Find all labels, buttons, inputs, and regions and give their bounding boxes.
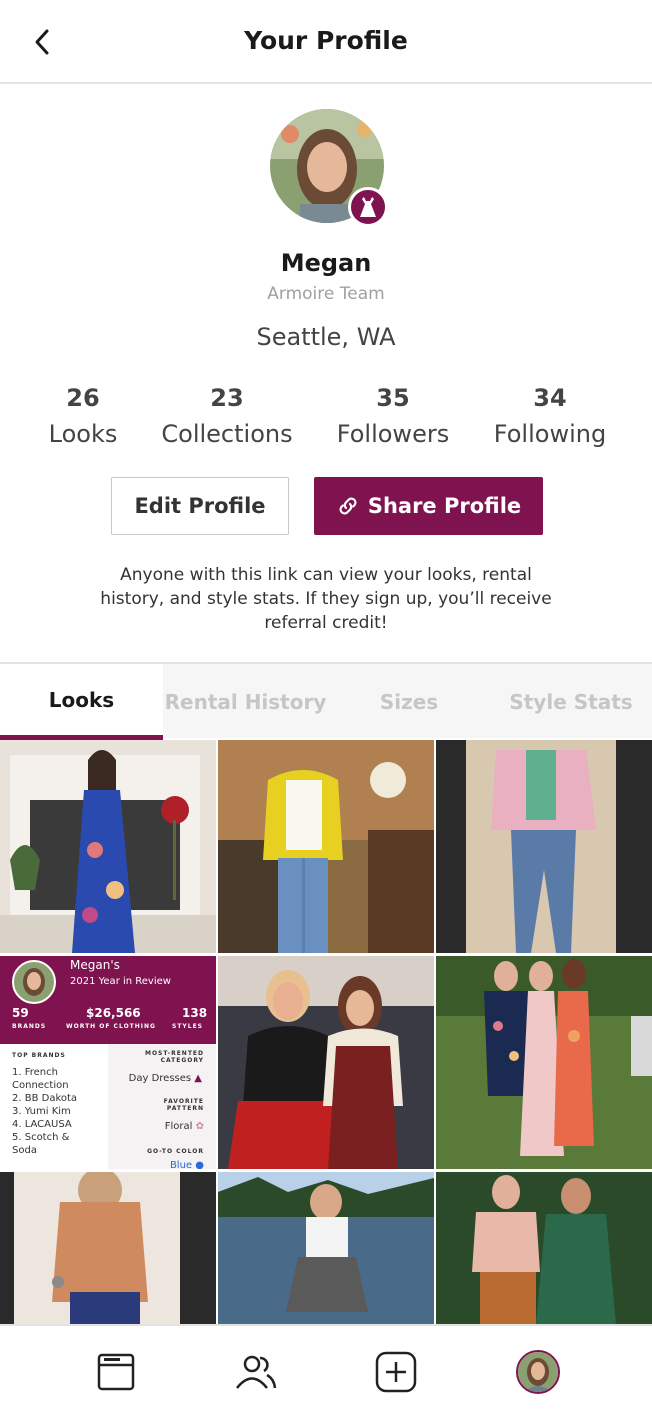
stat-value: 23 xyxy=(210,384,244,412)
stat-label: Collections xyxy=(161,420,293,448)
dress-icon xyxy=(348,187,388,227)
profile-location: Seattle, WA xyxy=(256,323,396,351)
stat-label: Looks xyxy=(48,420,118,448)
looks-grid: Megan's 2021 Year in Review 59 BRANDS $2… xyxy=(0,740,652,1325)
yir-stat1-label: BRANDS xyxy=(12,1023,47,1030)
edit-profile-button[interactable]: Edit Profile xyxy=(111,477,289,535)
stat-looks[interactable]: 26 Looks xyxy=(38,384,128,448)
yir-title-2: 2021 Year in Review xyxy=(70,976,171,987)
list-item: 3. Yumi Kim xyxy=(12,1106,71,1117)
look-thumbnail[interactable] xyxy=(436,1172,652,1325)
yir-color-value: Blue ● xyxy=(169,1160,204,1169)
profile-team: Armoire Team xyxy=(267,284,385,304)
year-in-review-body: TOP BRANDS 1. French Connection 2. BB Da… xyxy=(0,1044,216,1169)
profile-tabs: Looks Rental History Sizes Style Stats xyxy=(0,662,652,740)
tab-rental-history[interactable]: Rental History xyxy=(163,664,328,740)
yir-title-1: Megan's xyxy=(70,958,120,972)
community-icon xyxy=(236,1355,277,1389)
share-profile-button[interactable]: Share Profile xyxy=(314,477,543,535)
stat-following[interactable]: 34 Following xyxy=(486,384,614,448)
stat-value: 35 xyxy=(376,384,410,412)
share-info-text: Anyone with this link can view your look… xyxy=(100,565,552,633)
yir-stat1-value: 59 xyxy=(12,1006,29,1020)
stat-label: Followers xyxy=(336,420,450,448)
look-thumbnail[interactable] xyxy=(0,1172,216,1325)
link-icon xyxy=(339,497,357,515)
yir-stat2-value: $26,566 xyxy=(86,1006,141,1020)
profile-nav-button[interactable] xyxy=(514,1348,562,1396)
share-profile-label: Share Profile xyxy=(367,494,522,518)
profile-avatar xyxy=(516,1350,560,1394)
look-thumbnail[interactable] xyxy=(436,956,652,1169)
look-thumbnail[interactable] xyxy=(218,956,434,1169)
add-look-nav-button[interactable] xyxy=(372,1348,420,1396)
yir-color-heading: GO-TO COLOR xyxy=(147,1148,204,1155)
bottom-navigation xyxy=(0,1324,652,1416)
look-thumbnail[interactable] xyxy=(436,740,652,953)
list-item: 1. French xyxy=(12,1067,58,1078)
yir-brands-heading: TOP BRANDS xyxy=(12,1052,66,1059)
stat-collections[interactable]: 23 Collections xyxy=(157,384,297,448)
yir-category-heading: MOST-RENTED CATEGORY xyxy=(144,1050,204,1064)
yir-stat3-label: STYLES xyxy=(172,1023,204,1030)
yir-stat3-value: 138 xyxy=(182,1006,208,1020)
tab-style-stats[interactable]: Style Stats xyxy=(490,664,652,740)
top-bar: Your Profile xyxy=(0,0,652,84)
yir-pattern-heading: FAVORITE PATTERN xyxy=(163,1098,204,1112)
stat-followers[interactable]: 35 Followers xyxy=(328,384,458,448)
add-look-icon xyxy=(375,1351,417,1393)
tab-looks[interactable]: Looks xyxy=(0,664,163,740)
page-title: Your Profile xyxy=(244,26,408,55)
year-in-review-card[interactable]: Megan's 2021 Year in Review 59 BRANDS $2… xyxy=(0,956,216,1169)
stat-label: Following xyxy=(493,420,607,448)
list-item: Soda xyxy=(12,1145,37,1156)
list-item: 5. Scotch & xyxy=(12,1132,70,1143)
profile-name: Megan xyxy=(280,249,372,277)
tab-sizes[interactable]: Sizes xyxy=(328,664,490,740)
list-item: Connection xyxy=(12,1080,69,1091)
stat-value: 34 xyxy=(533,384,567,412)
year-in-review-header: Megan's 2021 Year in Review 59 BRANDS $2… xyxy=(0,956,216,1044)
look-thumbnail[interactable] xyxy=(0,740,216,953)
yir-stat2-label: WORTH OF CLOTHING xyxy=(66,1023,156,1030)
community-nav-button[interactable] xyxy=(232,1348,280,1396)
list-item: 4. LACAUSA xyxy=(12,1119,72,1130)
list-item: 2. BB Dakota xyxy=(12,1093,78,1104)
yir-category-value: Day Dresses ▲ xyxy=(128,1073,202,1084)
yir-pattern-value: Floral ✿ xyxy=(164,1121,204,1132)
profile-avatar-wrap xyxy=(270,109,388,227)
look-thumbnail[interactable] xyxy=(218,1172,434,1325)
browse-nav-button[interactable] xyxy=(92,1348,140,1396)
browse-icon xyxy=(97,1353,135,1391)
yir-brands-list: 1. French Connection 2. BB Dakota 3. Yum… xyxy=(12,1066,77,1157)
stat-value: 26 xyxy=(66,384,100,412)
look-thumbnail[interactable] xyxy=(218,740,434,953)
